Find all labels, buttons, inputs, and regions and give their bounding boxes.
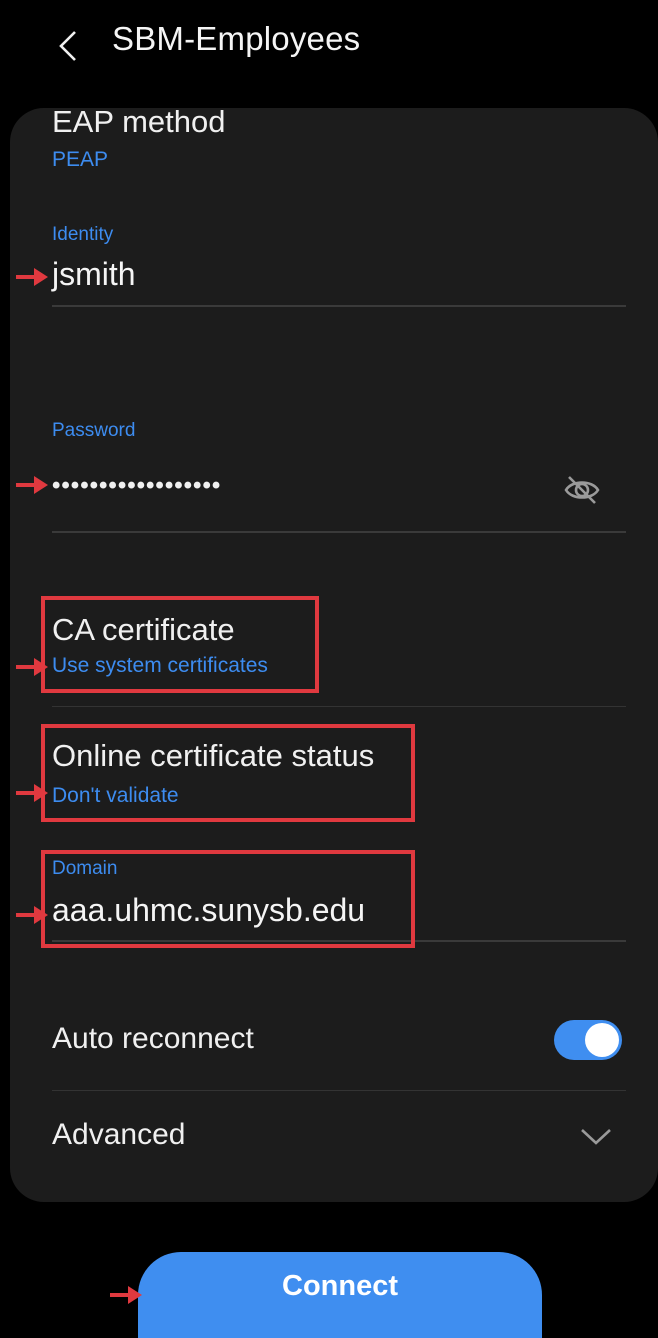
annotation-arrow-icon xyxy=(16,784,48,802)
eap-method-label[interactable]: EAP method xyxy=(52,104,225,140)
eap-method-value[interactable]: PEAP xyxy=(52,148,108,172)
annotation-box-domain xyxy=(41,850,415,948)
annotation-arrow-icon xyxy=(110,1286,142,1304)
chevron-left-icon xyxy=(59,31,76,61)
back-button[interactable] xyxy=(48,24,88,68)
advanced-divider xyxy=(52,1090,626,1091)
identity-label: Identity xyxy=(52,224,114,245)
password-underline xyxy=(52,531,626,533)
auto-reconnect-toggle[interactable] xyxy=(554,1020,622,1060)
annotation-arrow-icon xyxy=(16,476,48,494)
annotation-box-online-status xyxy=(41,724,415,822)
identity-underline xyxy=(52,305,626,307)
password-label: Password xyxy=(52,420,136,441)
connect-button[interactable]: Connect xyxy=(138,1252,542,1338)
advanced-label[interactable]: Advanced xyxy=(52,1118,185,1152)
page-title: SBM-Employees xyxy=(112,20,361,57)
annotation-box-ca xyxy=(41,596,319,693)
ca-divider xyxy=(52,706,626,707)
annotation-arrow-icon xyxy=(16,268,48,286)
password-input[interactable]: •••••••••••••••••• xyxy=(52,472,221,500)
auto-reconnect-label: Auto reconnect xyxy=(52,1022,254,1055)
header: SBM-Employees xyxy=(0,0,658,100)
annotation-arrow-icon xyxy=(16,906,48,924)
wifi-network-settings-screen: SBM-Employees EAP method PEAP Identity j… xyxy=(0,0,658,1338)
identity-input[interactable]: jsmith xyxy=(52,256,136,293)
toggle-knob xyxy=(585,1023,619,1057)
annotation-arrow-icon xyxy=(16,658,48,676)
chevron-down-icon[interactable] xyxy=(578,1124,614,1148)
connect-label: Connect xyxy=(282,1270,398,1302)
eye-off-icon[interactable] xyxy=(562,470,602,510)
